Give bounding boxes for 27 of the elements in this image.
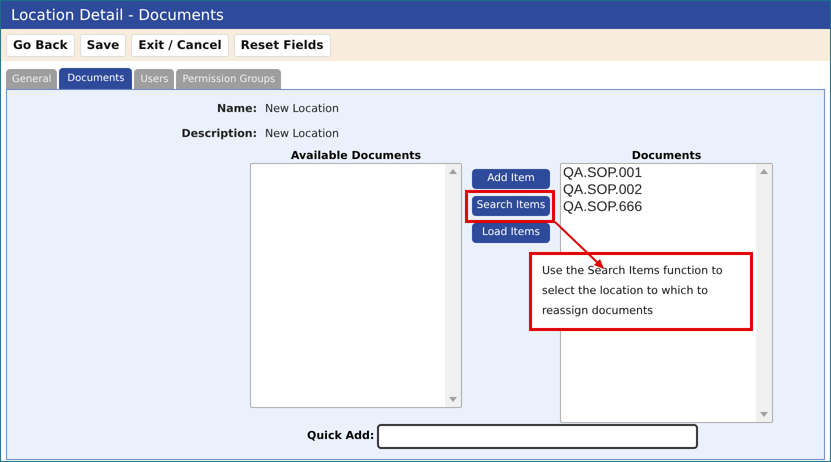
list-heading: Documents [632,149,702,162]
field-label: Quick Add: [307,428,374,444]
scroll-down-icon[interactable] [449,397,457,402]
window-title: Location Detail - Documents [11,4,224,26]
list-item[interactable]: QA.SOP.001 [563,164,642,181]
list-item[interactable]: QA.SOP.002 [563,181,642,198]
scroll-up-icon[interactable] [449,169,457,174]
quick-add-field[interactable] [377,424,698,449]
action-button[interactable]: Load Items [472,223,550,243]
list-heading: Available Documents [290,149,422,162]
tab[interactable]: Documents [59,68,132,89]
field-value: New Location [265,101,340,117]
action-button[interactable]: Add Item [472,169,550,189]
field-value: New Location [265,126,340,142]
toolbar-button[interactable]: Reset Fields [234,34,331,56]
field-label: Description: [180,126,257,142]
list-item[interactable]: QA.SOP.666 [563,198,642,215]
action-button[interactable]: Search Items [472,196,550,216]
scrollbar[interactable] [756,164,772,422]
scroll-down-icon[interactable] [760,412,768,417]
scroll-up-icon[interactable] [760,169,768,174]
toolbar-button[interactable]: Go Back [6,34,75,56]
toolbar-button[interactable]: Exit / Cancel [131,34,229,56]
available-documents-list[interactable] [250,163,462,408]
field-label: Name: [216,101,257,117]
toolbar-button[interactable]: Save [80,34,126,56]
scrollbar[interactable] [445,164,461,407]
